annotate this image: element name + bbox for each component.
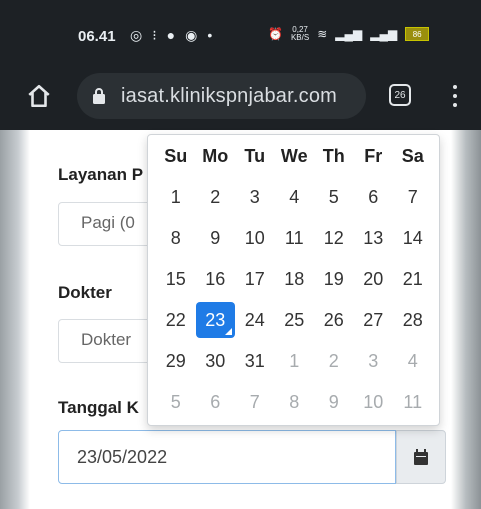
weekday-label: We — [280, 146, 308, 166]
network-speed: 0,27 KB/S — [290, 25, 310, 42]
day-cell-next-month[interactable]: 9 — [314, 384, 354, 420]
vpn-icon: ◉ — [185, 27, 198, 43]
battery-icon: 86 — [405, 27, 430, 41]
day-cell[interactable]: 31 — [235, 343, 275, 379]
calendar-button[interactable] — [396, 430, 446, 484]
day-cell[interactable]: 22 — [156, 302, 196, 338]
day-cell[interactable]: 16 — [196, 261, 236, 297]
day-cell-next-month[interactable]: 5 — [156, 384, 196, 420]
week-row: 15 16 17 18 19 20 21 — [156, 261, 433, 297]
day-cell[interactable]: 30 — [196, 343, 236, 379]
day-cell[interactable]: 28 — [393, 302, 433, 338]
datepicker-popup: Su Mo Tu We Th Fr Sa 1 2 3 4 5 6 7 8 9 1… — [147, 134, 440, 426]
signal-icon: ▂▄▆ — [335, 27, 363, 41]
weekday-label: Th — [322, 146, 345, 166]
signal-icon-2: ▂▄▆ — [370, 27, 398, 41]
weekday-label: Fr — [364, 146, 383, 166]
day-cell[interactable]: 13 — [354, 220, 394, 256]
day-cell-next-month[interactable]: 7 — [235, 384, 275, 420]
browser-menu-icon[interactable] — [451, 82, 459, 110]
weekday-header: Su Mo Tu We Th Fr Sa — [156, 146, 433, 174]
calendar-icon — [414, 449, 428, 465]
browser-toolbar: iasat.klinikspnjabar.com 26 — [0, 62, 481, 130]
weekday-label: Mo — [202, 146, 229, 166]
day-cell[interactable]: 20 — [354, 261, 394, 297]
day-cell[interactable]: 4 — [275, 179, 315, 215]
day-cell-next-month[interactable]: 1 — [275, 343, 315, 379]
day-cell[interactable]: 29 — [156, 343, 196, 379]
day-cell[interactable]: 9 — [196, 220, 236, 256]
alarm-icon: ⏰ — [268, 27, 283, 41]
layanan-select[interactable]: Pagi (0 — [58, 202, 158, 246]
day-cell[interactable]: 19 — [314, 261, 354, 297]
whatsapp-icon: ◎ — [130, 27, 143, 43]
day-cell[interactable]: 5 — [314, 179, 354, 215]
day-cell[interactable]: 15 — [156, 261, 196, 297]
day-cell[interactable]: 2 — [196, 179, 236, 215]
week-row: 29 30 31 1 2 3 4 — [156, 343, 433, 379]
day-cell-next-month[interactable]: 4 — [393, 343, 433, 379]
status-bar: 06.41 ◎ ⁝ ● ◉ • ⏰ 0,27 KB/S ≋ ▂▄▆ ▂▄▆ 86 — [0, 0, 481, 62]
tab-switcher-button[interactable]: 26 — [389, 84, 411, 106]
day-cell[interactable]: 17 — [235, 261, 275, 297]
day-cell[interactable]: 7 — [393, 179, 433, 215]
day-cell[interactable]: 10 — [235, 220, 275, 256]
url-text: iasat.klinikspnjabar.com — [121, 85, 338, 107]
layanan-label: Layanan P — [58, 165, 144, 184]
day-cell[interactable]: 21 — [393, 261, 433, 297]
tanggal-input[interactable]: 23/05/2022 — [58, 430, 396, 484]
day-cell[interactable]: 8 — [156, 220, 196, 256]
day-cell-next-month[interactable]: 10 — [354, 384, 394, 420]
day-cell[interactable]: 6 — [354, 179, 394, 215]
day-cell[interactable]: 11 — [275, 220, 315, 256]
dokter-select[interactable]: Dokter — [58, 319, 158, 363]
week-row: 8 9 10 11 12 13 14 — [156, 220, 433, 256]
day-cell[interactable]: 3 — [235, 179, 275, 215]
week-row: 5 6 7 8 9 10 11 — [156, 384, 433, 420]
more-dot-icon: • — [207, 27, 213, 43]
day-cell-next-month[interactable]: 11 — [393, 384, 433, 420]
status-time: 06.41 — [78, 28, 116, 45]
day-cell[interactable]: 25 — [275, 302, 315, 338]
day-cell-next-month[interactable]: 8 — [275, 384, 315, 420]
home-icon[interactable] — [26, 83, 52, 109]
dokter-label: Dokter — [58, 283, 112, 302]
lock-icon — [93, 88, 105, 104]
day-cell[interactable]: 26 — [314, 302, 354, 338]
week-row: 22 23 24 25 26 27 28 — [156, 302, 433, 338]
day-cell[interactable]: 14 — [393, 220, 433, 256]
day-cell[interactable]: 18 — [275, 261, 315, 297]
facebook-icon: ● — [166, 27, 176, 43]
weekday-label: Su — [164, 146, 188, 166]
status-right-icons: ⏰ 0,27 KB/S ≋ ▂▄▆ ▂▄▆ 86 — [268, 25, 430, 42]
selected-day-cell[interactable]: 23 — [195, 302, 235, 338]
notification-dots-icon: ⁝ — [152, 27, 157, 43]
day-cell[interactable]: 12 — [314, 220, 354, 256]
day-cell[interactable]: 1 — [156, 179, 196, 215]
wifi-icon: ≋ — [317, 27, 328, 41]
tanggal-label: Tanggal K — [58, 398, 139, 417]
day-cell[interactable]: 27 — [354, 302, 394, 338]
day-cell-next-month[interactable]: 3 — [354, 343, 394, 379]
weekday-label: Tu — [244, 146, 266, 166]
day-cell[interactable]: 24 — [235, 302, 275, 338]
week-row: 1 2 3 4 5 6 7 — [156, 179, 433, 215]
day-cell-next-month[interactable]: 6 — [196, 384, 236, 420]
day-cell-next-month[interactable]: 2 — [314, 343, 354, 379]
weekday-label: Sa — [401, 146, 424, 166]
status-left-icons: ◎ ⁝ ● ◉ • — [130, 27, 212, 44]
address-bar[interactable]: iasat.klinikspnjabar.com — [77, 73, 366, 119]
